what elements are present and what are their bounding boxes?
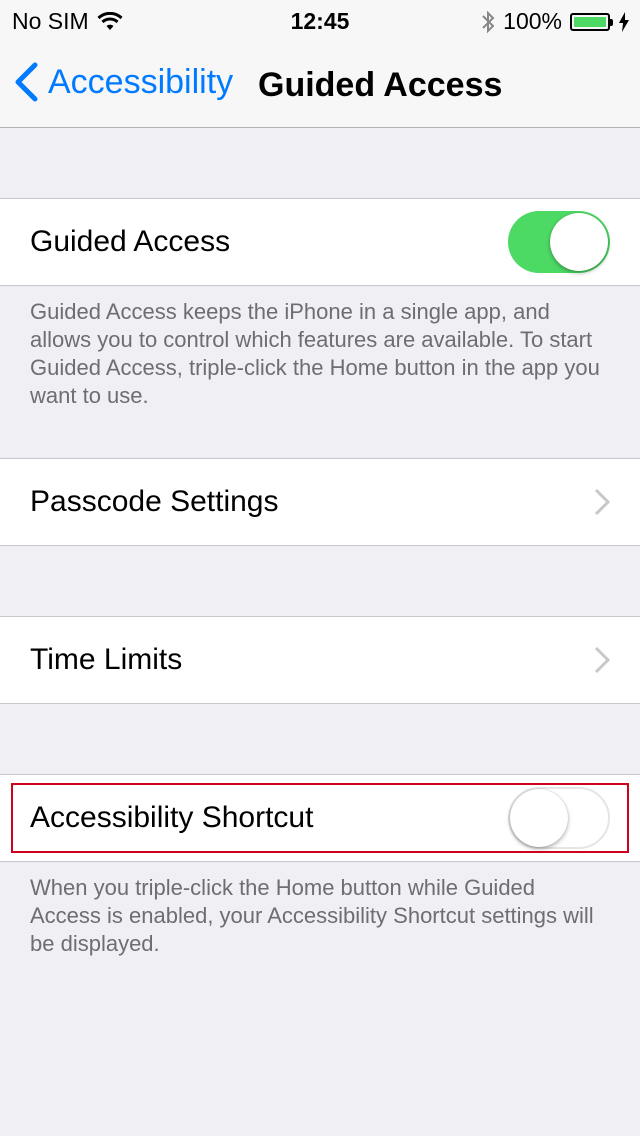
guided-access-label: Guided Access (30, 225, 231, 258)
passcode-settings-row[interactable]: Passcode Settings (0, 459, 640, 545)
battery-icon (570, 12, 613, 31)
accessibility-shortcut-label: Accessibility Shortcut (30, 801, 314, 834)
back-button[interactable]: Accessibility (14, 62, 233, 102)
page-title: Guided Access (258, 66, 503, 104)
guided-access-toggle[interactable] (508, 211, 610, 273)
guided-access-row: Guided Access (0, 199, 640, 285)
battery-fill (574, 16, 606, 27)
accessibility-shortcut-group: Accessibility Shortcut (0, 774, 640, 862)
battery-percent: 100% (503, 8, 562, 34)
chevron-left-icon (15, 62, 38, 102)
chevron-right-icon (594, 646, 610, 674)
accessibility-shortcut-row: Accessibility Shortcut (0, 775, 640, 861)
time-limits-group: Time Limits (0, 616, 640, 704)
battery-tip (610, 18, 613, 26)
guided-access-footer: Guided Access keeps the iPhone in a sing… (30, 299, 600, 408)
accessibility-shortcut-footer: When you triple-click the Home button wh… (30, 875, 594, 956)
passcode-settings-label: Passcode Settings (30, 485, 279, 518)
status-bar: No SIM 12:45 100% (0, 0, 640, 40)
charging-bolt-icon (619, 11, 629, 32)
toggle-knob (550, 213, 608, 271)
back-button-label: Accessibility (48, 62, 234, 101)
time-limits-label: Time Limits (30, 643, 183, 676)
time-limits-row[interactable]: Time Limits (0, 617, 640, 703)
navigation-bar: Accessibility Guided Access (0, 40, 640, 128)
passcode-settings-group: Passcode Settings (0, 458, 640, 546)
guided-access-group: Guided Access (0, 198, 640, 286)
bluetooth-icon (482, 10, 495, 33)
toggle-knob (510, 789, 568, 847)
status-right: 100% (481, 8, 630, 35)
accessibility-shortcut-toggle[interactable] (508, 787, 610, 849)
chevron-right-icon (594, 488, 610, 516)
